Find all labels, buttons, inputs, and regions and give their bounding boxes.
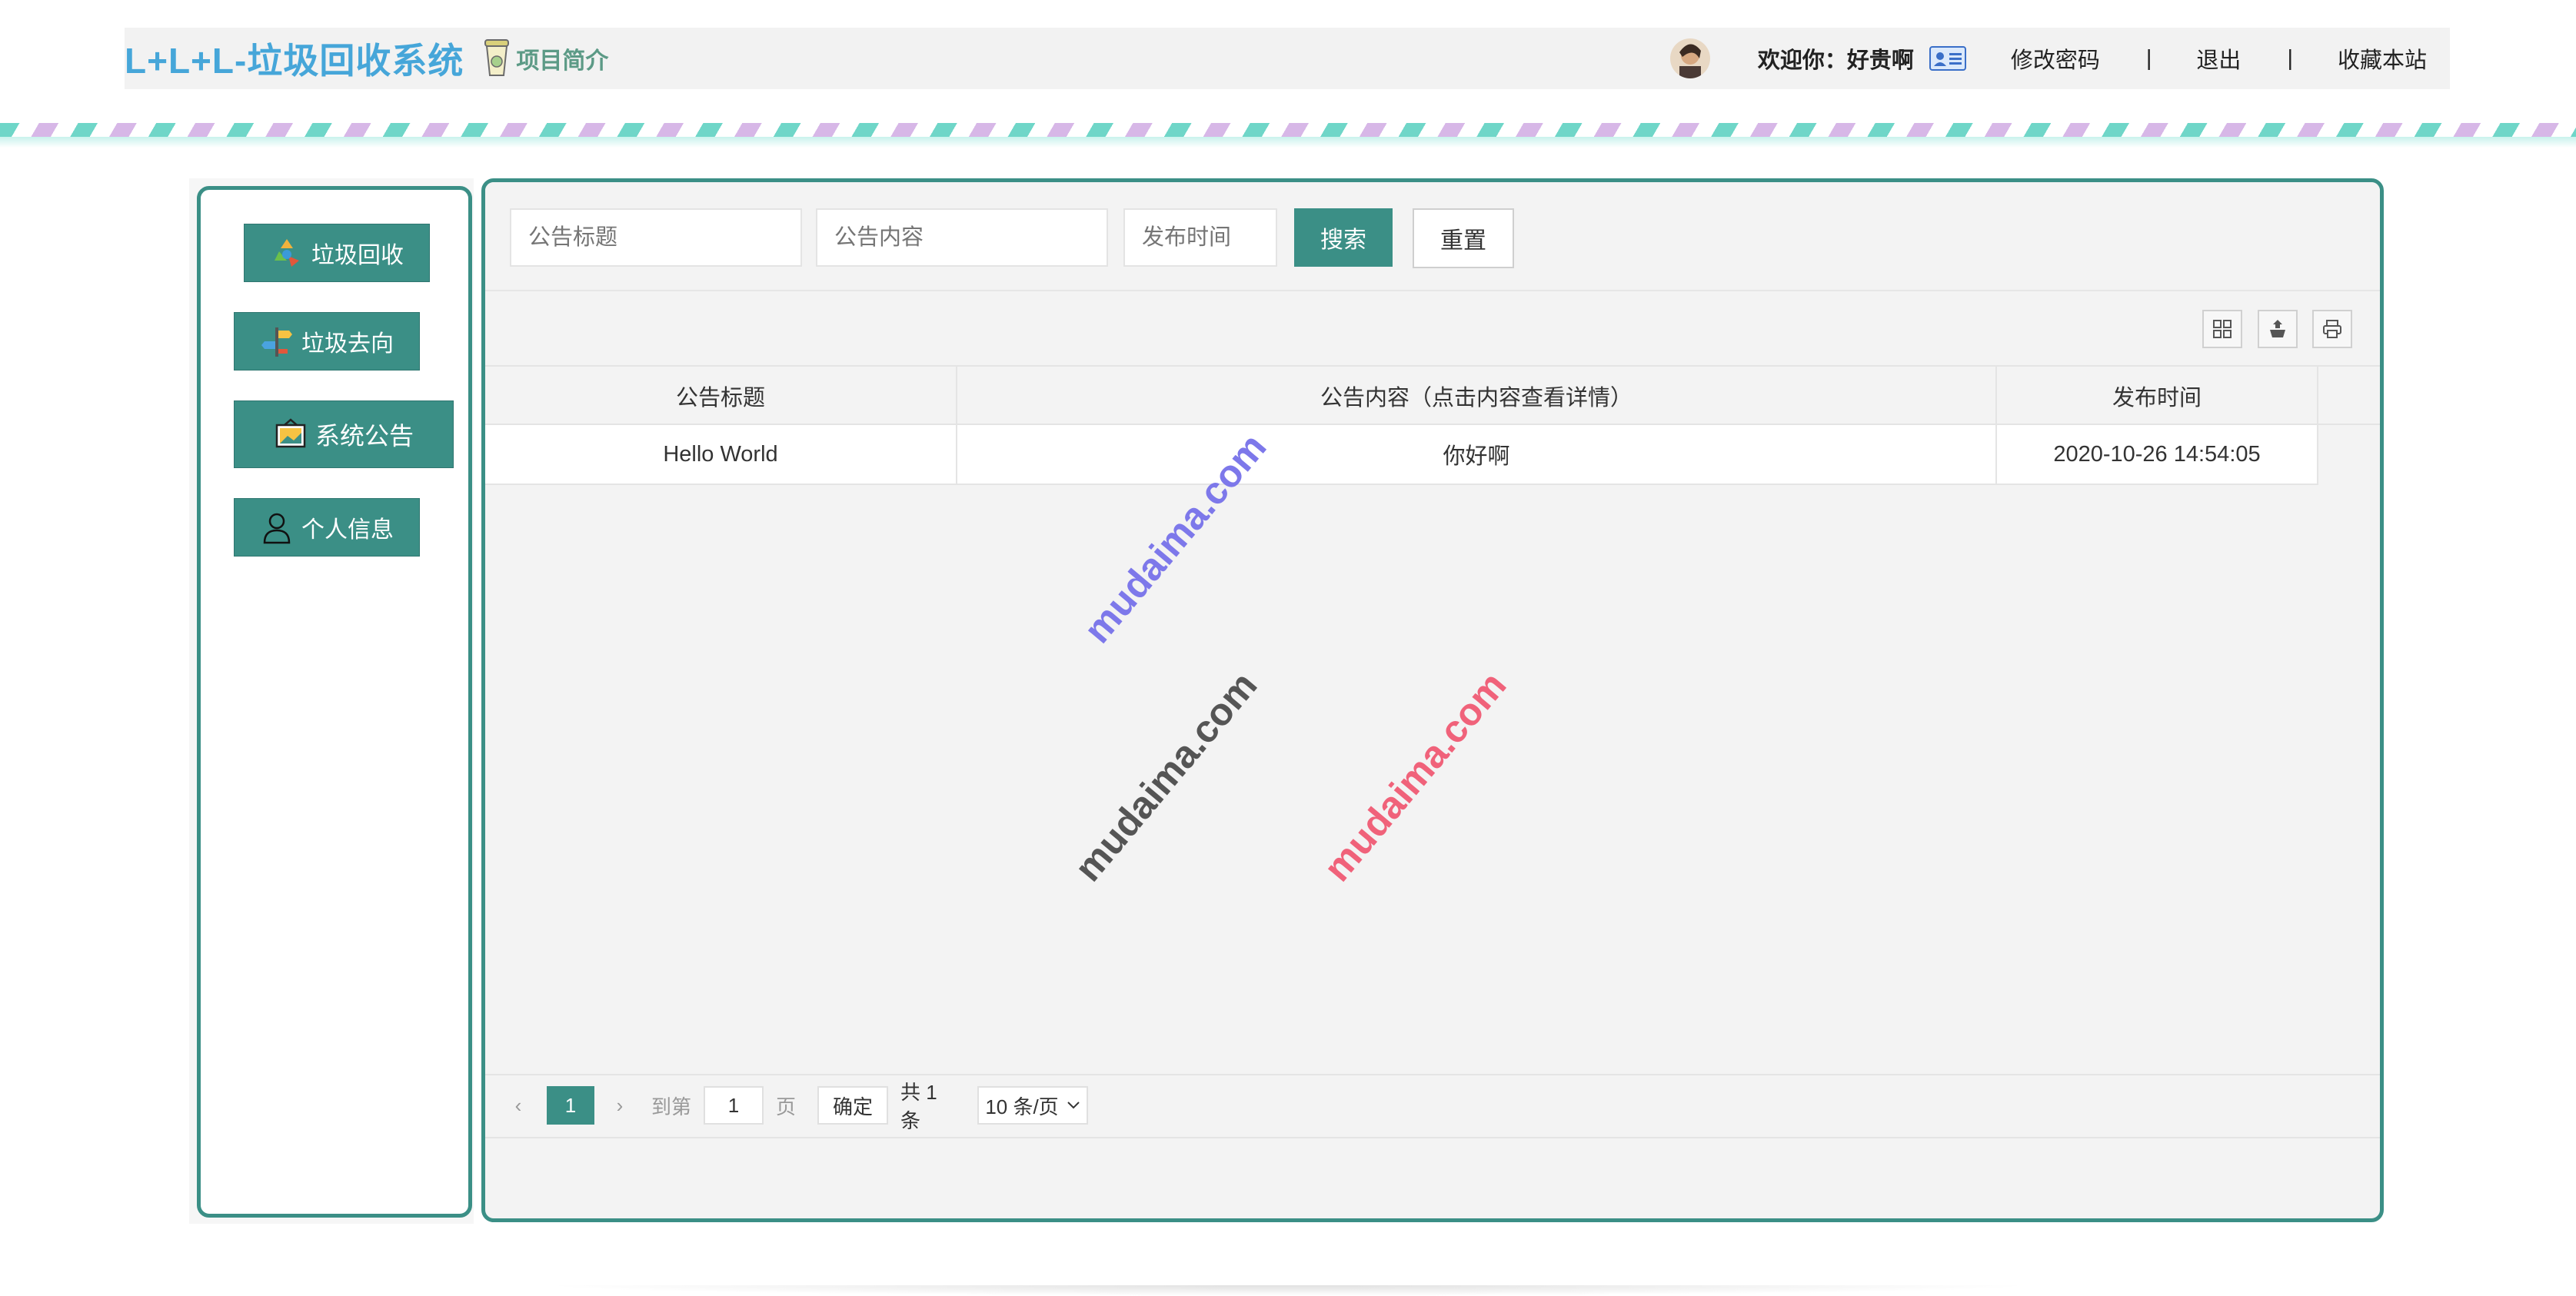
sidebar-item-profile[interactable]: 个人信息	[234, 498, 420, 557]
sidebar-item-destination[interactable]: 垃圾去向	[234, 312, 420, 371]
goto-confirm-button[interactable]: 确定	[817, 1086, 888, 1125]
sidebar-item-notice[interactable]: 系统公告	[234, 400, 454, 468]
sidebar-item-label: 垃圾去向	[301, 331, 394, 357]
avatar-image-icon	[1669, 38, 1710, 78]
sidebar: 垃圾回收 垃圾去向 系统公告 个人信息	[197, 186, 472, 1218]
reset-button[interactable]: 重置	[1413, 208, 1514, 268]
page-unit-label: 页	[775, 1095, 796, 1118]
current-page-button[interactable]: 1	[547, 1086, 594, 1125]
app-title: L+L+L-垃圾回收系统	[125, 41, 464, 81]
columns-filter-button[interactable]	[2202, 310, 2242, 348]
title-search-input[interactable]	[510, 208, 802, 267]
cell-content[interactable]: 你好啊	[957, 425, 1997, 484]
column-header-time[interactable]: 发布时间	[1997, 367, 2318, 425]
user-icon	[263, 513, 291, 544]
column-header-title[interactable]: 公告标题	[485, 367, 957, 425]
date-search-input[interactable]	[1123, 208, 1277, 267]
search-button[interactable]: 搜索	[1294, 208, 1393, 267]
brand: L+L+L-垃圾回收系统 项目简介	[125, 35, 608, 81]
page-size-select[interactable]: 10 条/页	[977, 1086, 1088, 1125]
main-panel: 搜索 重置 公告标	[481, 178, 2384, 1222]
columns-icon	[2213, 320, 2232, 338]
change-password-link[interactable]: 修改密码	[2011, 42, 2100, 75]
export-button[interactable]	[2258, 310, 2298, 348]
recycle-icon	[275, 239, 299, 267]
chevron-down-icon	[1067, 1102, 1080, 1109]
search-bar: 搜索 重置	[485, 182, 2380, 291]
separator: |	[2287, 45, 2293, 71]
logout-link[interactable]: 退出	[2196, 42, 2241, 75]
content-search-input[interactable]	[816, 208, 1108, 267]
table-header: 公告标题 公告内容（点击内容查看详情） 发布时间	[485, 365, 2380, 425]
bookmark-link[interactable]: 收藏本站	[2338, 42, 2427, 75]
print-button[interactable]	[2312, 310, 2352, 348]
goto-label: 到第	[651, 1095, 692, 1118]
page-size-value: 10 条/页	[985, 1095, 1059, 1118]
separator: |	[2145, 45, 2152, 71]
intro-link[interactable]: 项目简介	[516, 42, 608, 75]
sidebar-item-label: 垃圾回收	[311, 243, 404, 268]
page-number-input[interactable]: 1	[704, 1086, 764, 1125]
sidebar-item-recycle[interactable]: 垃圾回收	[244, 224, 430, 282]
user-area: 欢迎你：好贵啊 修改密码 | 退出 | 收藏本站	[1669, 35, 2427, 81]
cell-time: 2020-10-26 14:54:05	[1997, 425, 2318, 484]
top-header: L+L+L-垃圾回收系统 项目简介 欢迎你：好贵啊 修改密码 | 退出 | 收藏…	[125, 28, 2450, 89]
sidebar-item-label: 个人信息	[301, 517, 394, 543]
pagination: ‹ 1 › 到第 1 页 确定 共 1 条 10 条/页	[485, 1074, 2380, 1138]
table-toolbar	[485, 291, 2380, 365]
id-card-icon[interactable]	[1929, 46, 1966, 71]
cup-icon	[484, 39, 510, 76]
print-icon	[2323, 320, 2341, 338]
sidebar-item-label: 系统公告	[315, 422, 414, 450]
bottom-shadow	[538, 1285, 2038, 1296]
signpost-icon	[261, 327, 292, 357]
prev-page-button[interactable]: ‹	[507, 1086, 530, 1125]
next-page-button[interactable]: ›	[608, 1086, 631, 1125]
stripe-fade	[0, 137, 2576, 148]
avatar[interactable]	[1669, 38, 1710, 78]
notice-board-icon	[275, 418, 306, 448]
total-count: 共 1 条	[900, 1081, 937, 1132]
table-row[interactable]: Hello World 你好啊 2020-10-26 14:54:05	[485, 425, 2318, 485]
export-icon	[2270, 320, 2285, 337]
column-header-content[interactable]: 公告内容（点击内容查看详情）	[957, 367, 1997, 425]
welcome-text: 欢迎你：好贵啊	[1757, 48, 1914, 73]
cell-title: Hello World	[485, 425, 957, 484]
